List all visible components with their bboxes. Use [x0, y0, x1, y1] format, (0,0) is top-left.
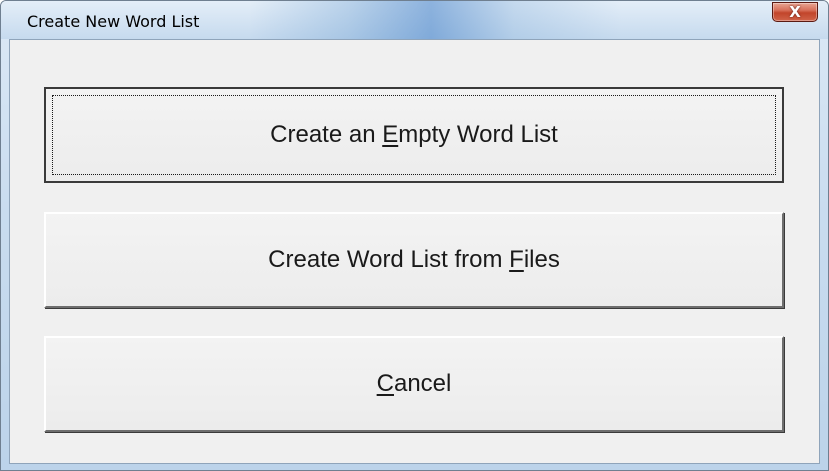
cancel-button[interactable]: Cancel [44, 336, 784, 432]
cancel-label: Cancel [376, 370, 452, 397]
title-bar[interactable]: Create New Word List X [1, 1, 828, 39]
close-icon: X [789, 2, 801, 21]
mnemonic-c: C [376, 370, 394, 397]
create-word-list-from-files-button[interactable]: Create Word List from Files [44, 212, 784, 308]
create-empty-word-list-label: Create an Empty Word List [270, 121, 558, 148]
mnemonic-f: F [509, 246, 524, 273]
close-button[interactable]: X [772, 2, 818, 22]
create-empty-word-list-button[interactable]: Create an Empty Word List [44, 87, 784, 183]
dialog-window: Create New Word List X Create an Empty W… [0, 0, 829, 471]
dialog-client-area: Create an Empty Word List Create Word Li… [9, 39, 820, 464]
mnemonic-e: E [382, 121, 399, 148]
create-word-list-from-files-label: Create Word List from Files [268, 246, 560, 273]
window-title: Create New Word List [27, 12, 200, 31]
